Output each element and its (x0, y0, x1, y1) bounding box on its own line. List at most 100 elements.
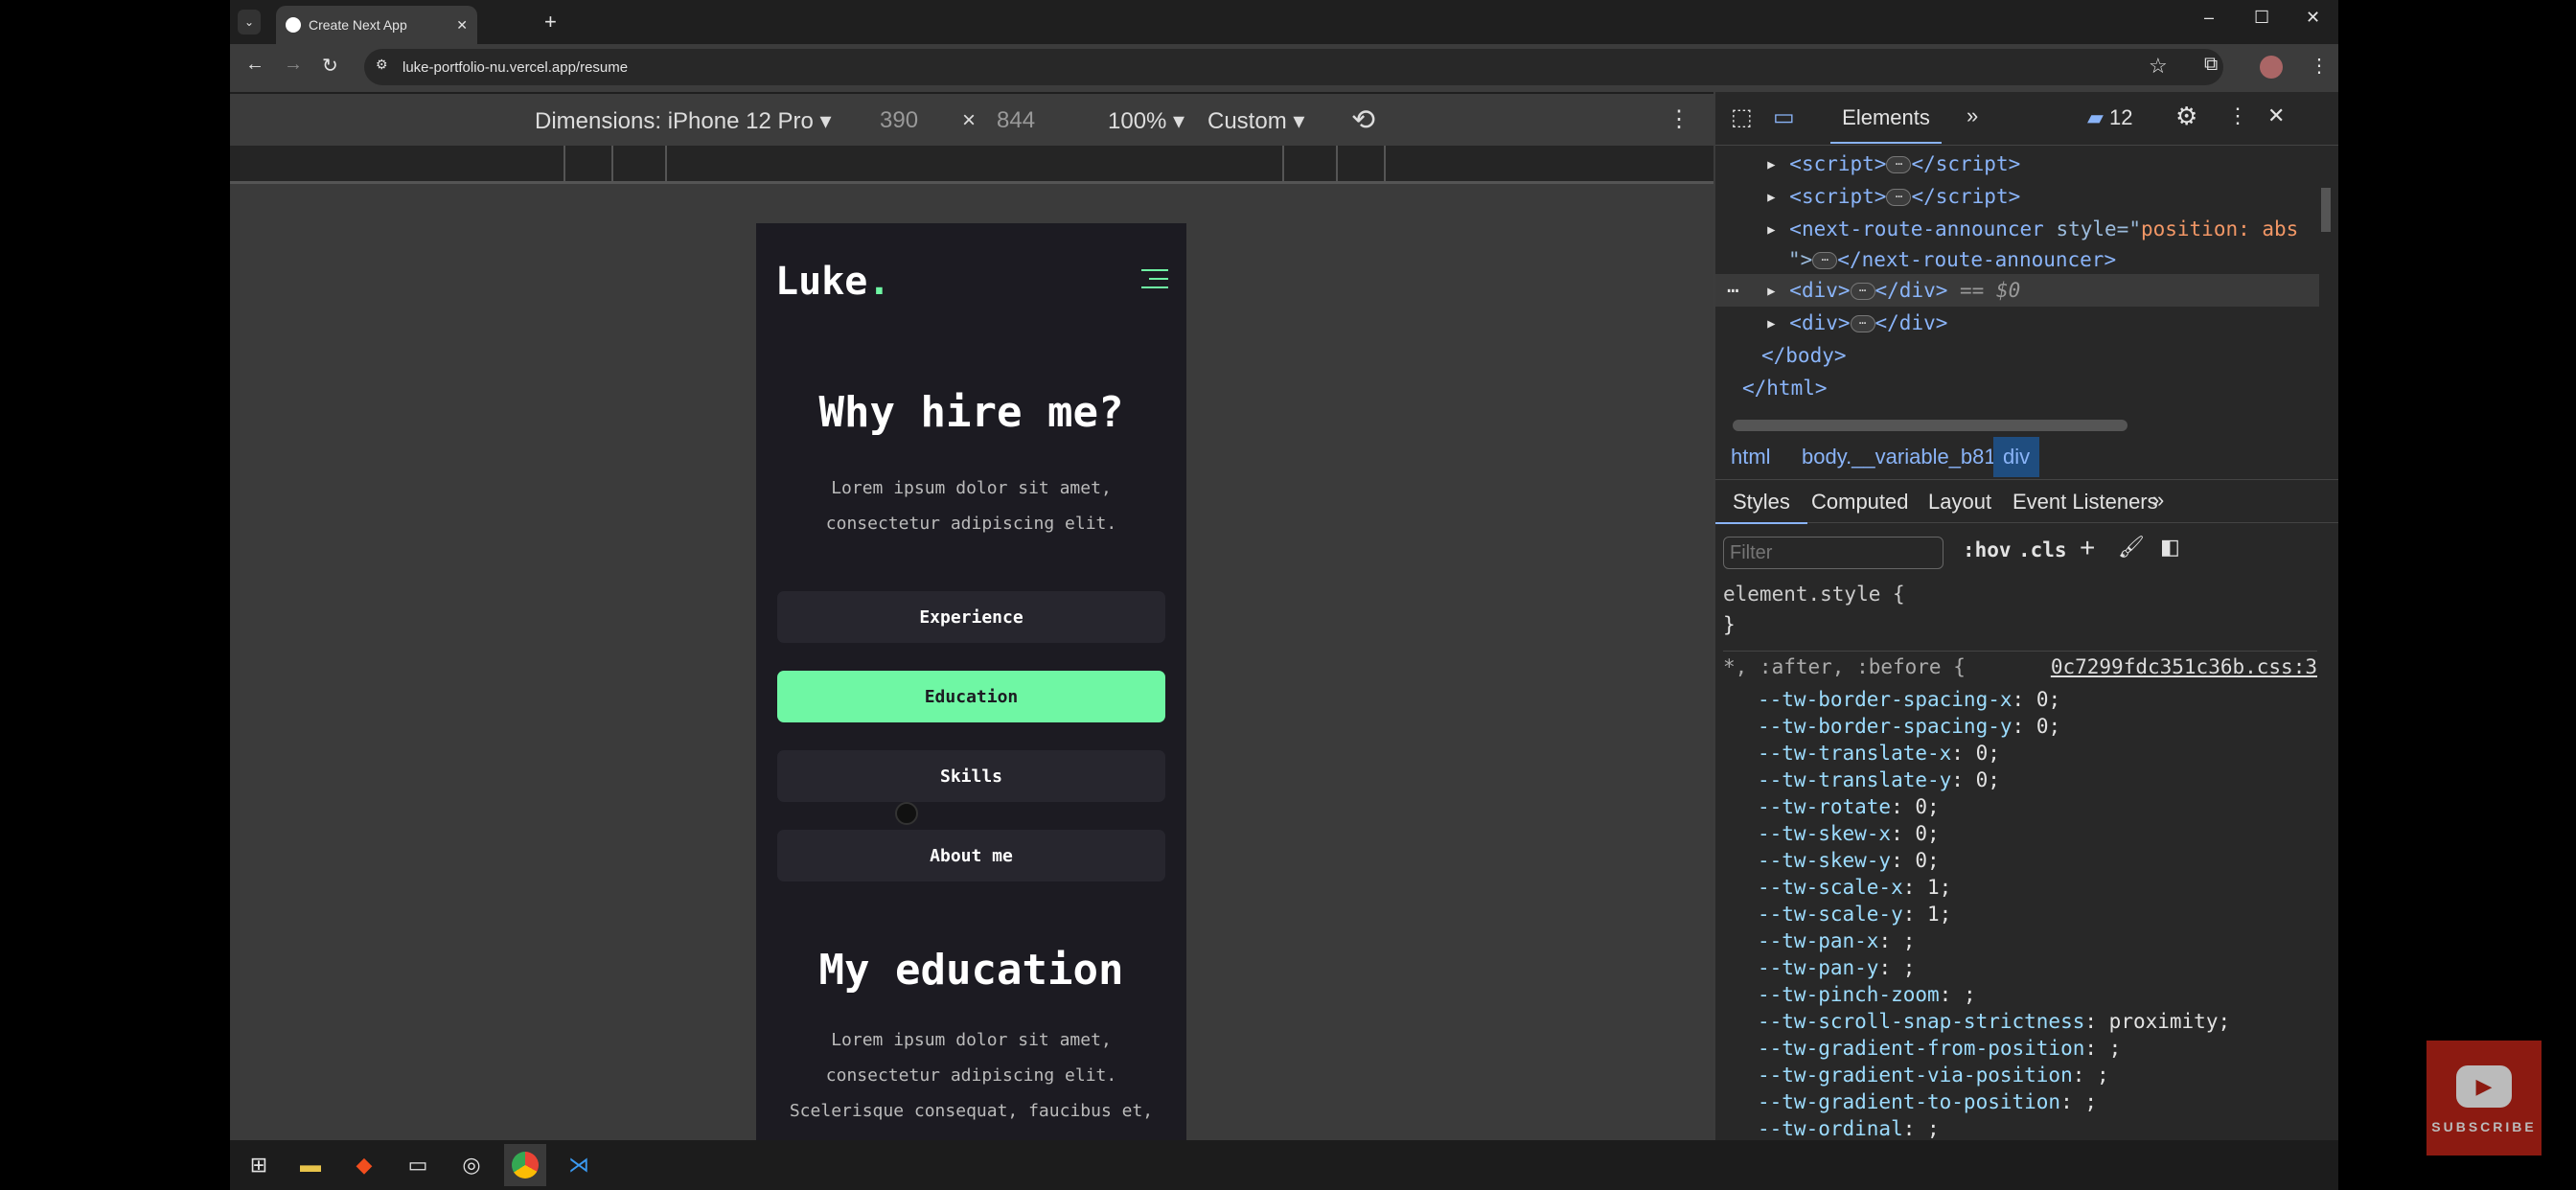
property-value[interactable]: 1; (1927, 903, 1951, 926)
css-property[interactable]: --tw-scale-x: 1; (1758, 876, 2317, 903)
chrome-icon[interactable] (504, 1144, 546, 1186)
property-name[interactable]: --tw-pan-y (1758, 956, 1878, 979)
property-name[interactable]: --tw-rotate (1758, 795, 1891, 818)
media-query-ruler[interactable] (230, 146, 1714, 184)
rotate-icon[interactable]: ⟲ (1351, 103, 1375, 137)
back-icon[interactable]: ← (245, 54, 264, 76)
tree-row-route-announcer-end[interactable]: "> ⋯ </next-route-announcer> (1715, 243, 2319, 276)
site-info-icon[interactable]: ⚙ (376, 57, 388, 73)
forward-icon[interactable]: → (284, 54, 303, 76)
tree-row-body-close[interactable]: </body> (1715, 339, 2319, 372)
vertical-scrollbar[interactable] (2321, 188, 2331, 232)
tab-elements[interactable]: Elements (1830, 105, 1942, 144)
close-tab-icon[interactable]: ✕ (456, 17, 468, 34)
css-property[interactable]: --tw-translate-y: 0; (1758, 768, 2317, 795)
logo[interactable]: Luke. (775, 260, 890, 304)
education-button[interactable]: Education (777, 671, 1165, 722)
more-panels-icon[interactable]: » (1966, 103, 1978, 128)
tree-row-div[interactable]: ▸ <div> ⋯ </div> (1715, 307, 2319, 339)
new-rule-plus-icon[interactable]: + (2080, 533, 2095, 563)
inspect-element-icon[interactable]: ⬚ (1731, 103, 1753, 131)
tree-row-div-selected[interactable]: ⋯ ▸ <div> ⋯ </div> == $0 (1715, 274, 2319, 307)
hamburger-menu-icon[interactable] (1141, 269, 1168, 288)
breadcrumb-html[interactable]: html (1731, 445, 1771, 469)
property-value[interactable]: ; (1903, 956, 1916, 979)
property-name[interactable]: --tw-translate-x (1758, 742, 1951, 765)
property-name[interactable]: --tw-skew-y (1758, 849, 1891, 872)
devtools-menu-icon[interactable]: ⋮ (2227, 103, 2248, 128)
figma-icon[interactable]: ◆ (347, 1148, 381, 1182)
ellipsis-icon[interactable]: ⋯ (1850, 283, 1875, 300)
browser-tab[interactable]: Create Next App ✕ (276, 6, 477, 44)
tab-search-button[interactable]: ⌄ (238, 10, 261, 34)
property-name[interactable]: --tw-border-spacing-x (1758, 688, 2012, 711)
throttle-select[interactable]: Custom ▾ (1208, 107, 1304, 135)
tab-styles[interactable]: Styles (1715, 480, 1807, 524)
property-name[interactable]: --tw-border-spacing-y (1758, 715, 2012, 738)
css-property[interactable]: --tw-scale-y: 1; (1758, 903, 2317, 929)
property-value[interactable]: 0; (1915, 795, 1939, 818)
about-me-button[interactable]: About me (777, 830, 1165, 881)
property-value[interactable]: proximity; (2109, 1010, 2230, 1033)
bookmark-star-icon[interactable]: ☆ (2149, 54, 2168, 79)
property-value[interactable]: 0; (1915, 822, 1939, 845)
property-name[interactable]: --tw-ordinal (1758, 1117, 1903, 1140)
more-tabs-icon[interactable]: » (2152, 488, 2164, 513)
new-tab-icon[interactable]: + (544, 10, 557, 34)
ellipsis-icon[interactable]: ⋯ (1850, 315, 1875, 332)
property-value[interactable]: ; (2109, 1037, 2122, 1060)
close-window-icon[interactable]: ✕ (2306, 8, 2320, 28)
browser-menu-icon[interactable]: ⋮ (2310, 54, 2329, 78)
css-property[interactable]: --tw-border-spacing-y: 0; (1758, 715, 2317, 742)
terminal-icon[interactable]: ▭ (401, 1148, 435, 1182)
ellipsis-icon[interactable]: ⋯ (1886, 156, 1912, 173)
property-value[interactable]: ; (2084, 1090, 2097, 1113)
width-input[interactable]: 390 (880, 107, 918, 134)
breadcrumb-div[interactable]: div (1993, 437, 2040, 477)
experience-button[interactable]: Experience (777, 591, 1165, 643)
property-value[interactable]: 0; (1976, 742, 2000, 765)
dimensions-select[interactable]: Dimensions: iPhone 12 Pro ▾ (535, 107, 832, 135)
minimize-icon[interactable]: – (2204, 8, 2214, 28)
zoom-select[interactable]: 100% ▾ (1108, 107, 1184, 135)
device-toggle-icon[interactable]: ▭ (1773, 103, 1795, 131)
property-name[interactable]: --tw-translate-y (1758, 768, 1951, 791)
maximize-icon[interactable]: ☐ (2254, 8, 2269, 28)
row-menu-icon[interactable]: ⋯ (1727, 274, 1739, 307)
close-devtools-icon[interactable]: ✕ (2267, 103, 2285, 128)
sidebar-toggle-icon[interactable]: ◧ (2160, 535, 2180, 560)
property-name[interactable]: --tw-scroll-snap-strictness (1758, 1010, 2084, 1033)
property-value[interactable]: 0; (2036, 715, 2060, 738)
device-options-icon[interactable]: ⋮ (1668, 105, 1690, 133)
obs-icon[interactable]: ◎ (454, 1148, 489, 1182)
property-name[interactable]: --tw-gradient-from-position (1758, 1037, 2084, 1060)
property-value[interactable]: ; (1964, 983, 1976, 1006)
reload-icon[interactable]: ↻ (322, 54, 338, 78)
css-property[interactable]: --tw-scroll-snap-strictness: proximity; (1758, 1010, 2317, 1037)
ellipsis-icon[interactable]: ⋯ (1886, 189, 1912, 206)
ellipsis-icon[interactable]: ⋯ (1812, 252, 1838, 269)
issues-badge[interactable]: ▰ 12 (2087, 105, 2133, 130)
hov-toggle[interactable]: :hov (1963, 538, 2012, 561)
property-value[interactable]: 0; (1915, 849, 1939, 872)
horizontal-scrollbar[interactable] (1733, 420, 2128, 431)
css-property[interactable]: --tw-pan-x: ; (1758, 929, 2317, 956)
extensions-icon[interactable]: ⧉ (2204, 54, 2218, 76)
css-property[interactable]: --tw-rotate: 0; (1758, 795, 2317, 822)
property-name[interactable]: --tw-pinch-zoom (1758, 983, 1940, 1006)
paint-brush-icon[interactable]: 🖌 (2118, 535, 2145, 560)
windows-start-icon[interactable]: ⊞ (242, 1148, 276, 1182)
property-name[interactable]: --tw-scale-x (1758, 876, 1903, 899)
property-value[interactable]: 1; (1927, 876, 1951, 899)
file-explorer-icon[interactable]: ▬ (293, 1148, 328, 1182)
tree-row-script[interactable]: ▸ <script> ⋯ </script> (1715, 148, 2319, 180)
element-style-rule[interactable]: element.style { (1723, 583, 2317, 613)
property-value[interactable]: ; (2097, 1064, 2109, 1087)
property-value[interactable]: 0; (1976, 768, 2000, 791)
vscode-icon[interactable]: ⋊ (562, 1148, 596, 1182)
url-input[interactable]: luke-portfolio-nu.vercel.app/resume ⚙ (364, 49, 2223, 85)
css-property[interactable]: --tw-skew-x: 0; (1758, 822, 2317, 849)
css-property[interactable]: --tw-gradient-from-position: ; (1758, 1037, 2317, 1064)
property-value[interactable]: ; (1903, 929, 1916, 952)
property-value[interactable]: 0; (2036, 688, 2060, 711)
